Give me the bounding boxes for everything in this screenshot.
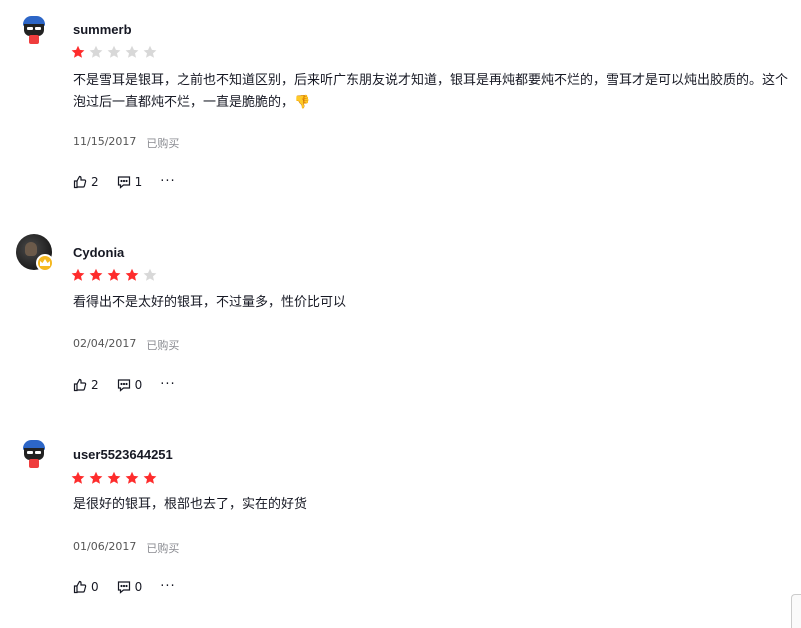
star-filled-icon — [143, 471, 157, 484]
star-filled-icon — [71, 268, 85, 281]
review-actions: 0 0 ··· — [73, 579, 176, 594]
comment-count: 1 — [134, 174, 143, 189]
star-filled-icon — [125, 471, 139, 484]
more-dots-icon[interactable]: ··· — [160, 174, 175, 189]
star-filled-icon — [71, 45, 85, 58]
crown-badge-icon — [36, 254, 54, 272]
purchased-label: 已购买 — [146, 339, 180, 352]
comment-count: 0 — [134, 377, 143, 392]
comment-button[interactable]: 0 — [117, 377, 143, 392]
like-count: 2 — [91, 377, 99, 392]
avatar[interactable] — [16, 234, 54, 272]
purchased-label: 已购买 — [146, 137, 180, 150]
thumbs-up-icon — [73, 175, 87, 188]
purchased-label: 已购买 — [146, 542, 180, 555]
review-text: 不是雪耳是银耳，之前也不知道区别，后来听广东朋友说才知道，银耳是再炖都要炖不烂的… — [73, 73, 789, 110]
star-filled-icon — [125, 268, 139, 281]
like-count: 2 — [91, 174, 99, 189]
star-empty-icon — [89, 45, 103, 58]
review-text: 看得出不是太好的银耳，不过量多，性价比可以 — [73, 295, 347, 310]
star-filled-icon — [89, 471, 103, 484]
comment-icon — [117, 175, 130, 189]
avatar[interactable] — [16, 440, 52, 476]
comment-count: 0 — [134, 579, 143, 594]
star-rating — [71, 45, 157, 59]
star-rating — [71, 268, 157, 282]
star-filled-icon — [107, 268, 121, 281]
review-text: 是很好的银耳，根部也去了，实在的好货 — [73, 497, 308, 512]
review-meta: 02/04/2017 已购买 — [73, 337, 179, 353]
comment-icon — [117, 580, 130, 594]
comment-icon — [117, 378, 130, 392]
star-empty-icon — [107, 45, 121, 58]
floating-edge-widget[interactable] — [791, 594, 801, 628]
more-dots-icon[interactable]: ··· — [160, 377, 175, 392]
like-count: 0 — [91, 579, 99, 594]
review-meta: 01/06/2017 已购买 — [73, 540, 179, 556]
comment-button[interactable]: 0 — [117, 579, 143, 594]
thumbs-up-icon — [73, 378, 87, 391]
username[interactable]: summerb — [73, 22, 132, 37]
like-button[interactable]: 0 — [73, 580, 99, 594]
thumbs-up-icon — [73, 580, 87, 593]
avatar[interactable] — [16, 16, 52, 52]
star-filled-icon — [89, 268, 103, 281]
review-date: 01/06/2017 — [73, 540, 137, 553]
review-meta: 11/15/2017 已购买 — [73, 135, 179, 151]
star-rating — [71, 471, 157, 485]
review-date: 11/15/2017 — [73, 135, 137, 148]
star-filled-icon — [107, 471, 121, 484]
review-actions: 2 0 ··· — [73, 377, 176, 392]
star-empty-icon — [143, 268, 157, 281]
comment-button[interactable]: 1 — [117, 174, 143, 189]
star-filled-icon — [71, 471, 85, 484]
like-button[interactable]: 2 — [73, 378, 99, 392]
review-actions: 2 1 ··· — [73, 174, 176, 189]
star-empty-icon — [125, 45, 139, 58]
star-empty-icon — [143, 45, 157, 58]
like-button[interactable]: 2 — [73, 175, 99, 189]
username[interactable]: Cydonia — [73, 245, 124, 260]
more-dots-icon[interactable]: ··· — [160, 579, 175, 594]
username[interactable]: user5523644251 — [73, 447, 173, 462]
review-date: 02/04/2017 — [73, 337, 137, 350]
